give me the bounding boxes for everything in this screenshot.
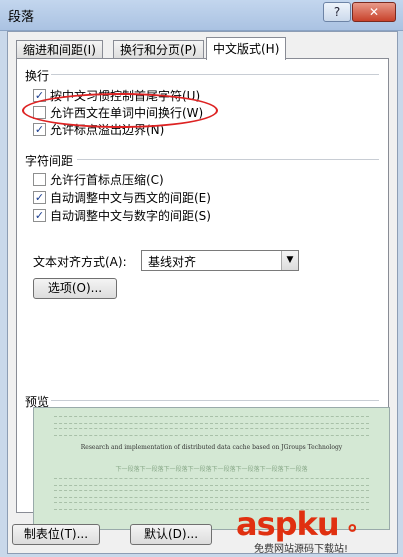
default-button[interactable]: 默认(D)... bbox=[130, 524, 212, 545]
tab-panel: 换行 按中文习惯控制首尾字符(U) 允许西文在单词中间换行(W) 允许标点溢出边… bbox=[16, 58, 390, 530]
checkbox-checked[interactable] bbox=[33, 122, 46, 136]
checkbox-checked[interactable] bbox=[33, 190, 46, 204]
section-divider bbox=[51, 74, 379, 75]
checkbox-label: 允许标点溢出边界(N) bbox=[50, 122, 165, 137]
checkbox-row[interactable]: 自动调整中文与数字的间距(S) bbox=[33, 207, 211, 223]
tab-asian-typography[interactable]: 中文版式(H) bbox=[206, 37, 287, 60]
tabs-button[interactable]: 制表位(T)... bbox=[12, 524, 100, 545]
title-bar: 段落 ? ✕ bbox=[0, 0, 403, 31]
text-align-label: 文本对齐方式(A): bbox=[33, 255, 127, 269]
preview-previous-paragraph bbox=[54, 428, 369, 436]
watermark: aspku 。 免费网站源码下载站! bbox=[236, 505, 396, 555]
section-divider bbox=[77, 159, 379, 160]
checkbox-label: 允许西文在单词中间换行(W) bbox=[50, 105, 204, 120]
text-align-select[interactable]: 基线对齐 ▼ bbox=[141, 250, 299, 271]
tab-indents-spacing[interactable]: 缩进和间距(I) bbox=[16, 40, 103, 59]
checkbox-row[interactable]: 自动调整中文与西文的间距(E) bbox=[33, 189, 211, 205]
checkbox-label: 允许行首标点压缩(C) bbox=[50, 172, 164, 187]
section-label-line-break: 换行 bbox=[25, 69, 50, 83]
preview-next-paragraph bbox=[54, 490, 369, 498]
checkbox-label: 自动调整中文与西文的间距(E) bbox=[50, 190, 211, 205]
checkbox-row[interactable]: 允许标点溢出边界(N) bbox=[33, 121, 164, 137]
window-title: 段落 bbox=[8, 10, 35, 25]
checkbox-unchecked[interactable] bbox=[33, 172, 46, 186]
preview-next-paragraph: 下一段落下一段落下一段落下一段落下一段落下一段落下一段落下一段落 bbox=[115, 466, 308, 473]
dropdown-arrow-icon[interactable]: ▼ bbox=[281, 251, 298, 270]
options-button[interactable]: 选项(O)... bbox=[33, 278, 117, 299]
help-button[interactable]: ? bbox=[323, 2, 351, 22]
text-align-value: 基线对齐 bbox=[148, 255, 197, 269]
help-icon: ? bbox=[333, 5, 341, 19]
watermark-subtitle: 免费网站源码下载站! bbox=[254, 544, 349, 555]
close-icon: ✕ bbox=[368, 5, 380, 19]
checkbox-label: 自动调整中文与数字的间距(S) bbox=[50, 208, 211, 223]
dialog-client: 缩进和间距(I) 换行和分页(P) 中文版式(H) 换行 按中文习惯控制首尾字符… bbox=[7, 31, 398, 554]
tab-line-page-breaks[interactable]: 换行和分页(P) bbox=[113, 40, 204, 59]
section-divider bbox=[51, 400, 379, 401]
close-button[interactable]: ✕ bbox=[352, 2, 396, 22]
preview-next-paragraph bbox=[54, 478, 369, 486]
watermark-logo: aspku bbox=[236, 505, 340, 543]
checkbox-row[interactable]: 允许西文在单词中间换行(W) bbox=[33, 104, 203, 120]
checkbox-row[interactable]: 按中文习惯控制首尾字符(U) bbox=[33, 87, 200, 103]
section-label-char-spacing: 字符间距 bbox=[25, 154, 74, 168]
preview-previous-paragraph bbox=[54, 416, 369, 424]
checkbox-checked[interactable] bbox=[33, 88, 46, 102]
watermark-glyph: 。 bbox=[348, 511, 371, 536]
checkbox-row[interactable]: 允许行首标点压缩(C) bbox=[33, 171, 164, 187]
checkbox-unchecked[interactable] bbox=[33, 105, 46, 119]
preview-sample-text: Research and implementation of distribut… bbox=[80, 444, 343, 451]
checkbox-checked[interactable] bbox=[33, 208, 46, 222]
checkbox-label: 按中文习惯控制首尾字符(U) bbox=[50, 88, 201, 103]
